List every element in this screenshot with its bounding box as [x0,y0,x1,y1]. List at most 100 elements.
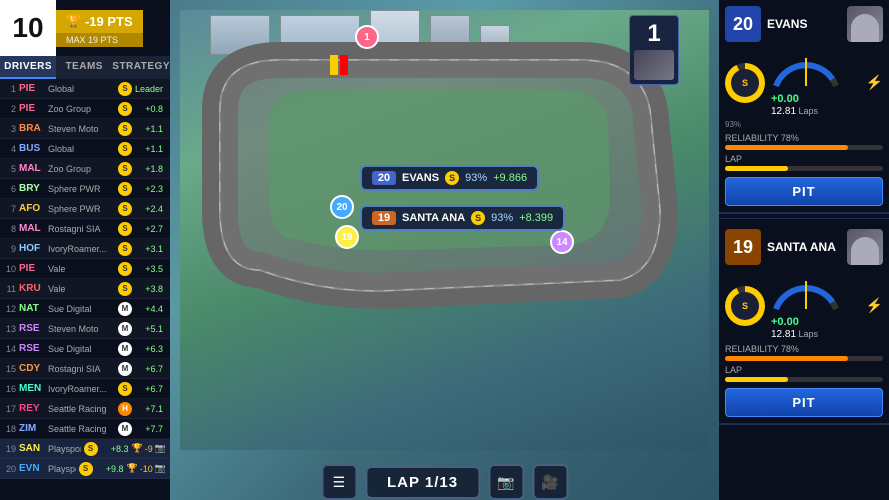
driver-code: AFO [19,203,45,214]
driver-code: HOF [19,243,45,254]
driver-pos: 17 [4,404,16,414]
santaana-lap-bar: LAP [725,365,883,382]
driver-row[interactable]: 5 MAL Zoo Group S +1.8 [0,159,170,179]
score-label: -19 PTS [85,14,133,29]
santaana-pit-button[interactable]: PIT [725,388,883,417]
driver-row[interactable]: 17 REY Seattle Racing H +7.1 [0,399,170,419]
pts-num: -10 [140,464,153,474]
card-divider [719,218,889,219]
santaana-speed: +0.00 [771,316,799,328]
driver-row[interactable]: 8 MAL Rostagni SIA S +2.7 [0,219,170,239]
driver-team: IvoryRoamer... [48,384,115,394]
lap-text: LAP 1/13 [387,474,458,491]
driver-gap: +6.7 [135,364,163,374]
driver-gap: +2.3 [135,184,163,194]
driver-row[interactable]: 16 MEN IvoryRoamer... S +6.7 [0,379,170,399]
santaana-card: 19 SANTA ANA S +0. [719,223,889,425]
driver-tire: S [79,462,93,476]
driver-tire: S [118,102,132,116]
driver-list: 1 PIE Global S Leader 2 PIE Zoo Group S … [0,79,170,500]
pos1-avatar [634,50,674,80]
driver-row[interactable]: 13 RSE Steven Moto M +5.1 [0,319,170,339]
lap-info: LAP 1/13 [365,466,480,499]
driver-row[interactable]: 1 PIE Global S Leader [0,79,170,99]
driver-pos: 9 [4,244,16,254]
driver-team: Zoo Group [48,164,115,174]
evans-speed-gauge: +0.00 12.81 Laps [771,48,860,117]
tab-bar: DRIVERS TEAMS STRATEGY [0,56,170,79]
video-button[interactable]: 🎥 [532,464,568,500]
driver-row[interactable]: 4 BUS Global S +1.1 [0,139,170,159]
santaana-name: SANTA ANA [402,212,465,224]
driver-pos: 10 [4,264,16,274]
driver-row[interactable]: 10 PIE Vale S +3.5 [0,259,170,279]
driver-row[interactable]: 15 CDY Rostagni SIA M +6.7 [0,359,170,379]
score-badge: 🏆 -19 PTS [56,10,143,33]
driver-row[interactable]: 12 NAT Sue Digital M +4.4 [0,299,170,319]
position-number: 10 [0,0,56,56]
driver-team: Seattle Racing [48,424,115,434]
driver-row[interactable]: 7 AFO Sphere PWR S +2.4 [0,199,170,219]
evans-speed: +0.00 [771,93,799,105]
track-marker-14: 14 [550,230,574,254]
santaana-pct: 93% [491,212,513,224]
driver-row[interactable]: 20 EVN Playsport Ra... S +9.8 🏆-10📷 [0,459,170,479]
santaana-num: 19 [372,211,396,225]
driver-pos: 7 [4,204,16,214]
driver-tire: S [118,162,132,176]
driver-team: Steven Moto [48,124,115,134]
driver-pos: 14 [4,344,16,354]
pos1-num: 1 [634,20,674,48]
santaana-energy-icon: ⚡ [866,297,883,314]
santaana-gap: +8.399 [519,212,553,224]
evans-avatar [847,6,883,42]
driver-team: Global [48,84,115,94]
driver-pos: 4 [4,144,16,154]
tab-teams[interactable]: TEAMS [56,56,112,79]
evans-lap-bar: LAP [725,154,883,171]
santaana-card-name: SANTA ANA [767,240,841,254]
evans-reliability: RELIABILITY 78% [725,133,883,150]
driver-tire: M [118,302,132,316]
driver-code: MEN [19,383,45,394]
driver-code: BRY [19,183,45,194]
tab-drivers[interactable]: DRIVERS [0,56,56,79]
driver-tire: S [84,442,98,456]
driver-pos: 8 [4,224,16,234]
driver-row[interactable]: 2 PIE Zoo Group S +0.8 [0,99,170,119]
track-marker-1: 1 [355,25,379,49]
evans-pit-button[interactable]: PIT [725,177,883,206]
driver-row[interactable]: 9 HOF IvoryRoamer... S +3.1 [0,239,170,259]
driver-tire: S [118,122,132,136]
driver-gap: +4.4 [135,304,163,314]
driver-gap: +3.1 [135,244,163,254]
driver-tire: M [118,362,132,376]
driver-gap: +3.5 [135,264,163,274]
driver-row[interactable]: 6 BRY Sphere PWR S +2.3 [0,179,170,199]
driver-gap: +1.1 [135,124,163,134]
photo-button[interactable]: 📷 [488,464,524,500]
driver-row[interactable]: 3 BRA Steven Moto S +1.1 [0,119,170,139]
driver-row[interactable]: 14 RSE Sue Digital M +6.3 [0,339,170,359]
driver-team: Vale [48,264,115,274]
menu-button[interactable]: ☰ [321,464,357,500]
position-badge: 10 🏆 -19 PTS MAX 19 PTS [0,0,143,56]
track-marker-19: 19 [335,225,359,249]
track-map: 1 20 19 14 20 EVANS S 93% +9.866 19 SANT… [170,0,719,500]
tab-strategy[interactable]: STRATEGY [112,56,170,79]
driver-code: EVN [19,463,45,474]
driver-row[interactable]: 18 ZIM Seattle Racing M +7.7 [0,419,170,439]
evans-callout: 20 EVANS S 93% +9.866 [360,165,539,191]
driver-gap: +1.1 [135,144,163,154]
driver-pos: 11 [4,284,16,294]
driver-row[interactable]: 19 SAN Playsport Ra... S +8.3 🏆-9📷 [0,439,170,459]
driver-gap: +0.8 [135,104,163,114]
driver-code: KRU [19,283,45,294]
left-panel: DRIVERS TEAMS STRATEGY 1 PIE Global S Le… [0,0,170,500]
driver-pos: 20 [4,464,16,474]
santaana-reliability: RELIABILITY 78% [725,344,883,361]
driver-tire: M [118,342,132,356]
pos1-callout: 1 [629,15,679,85]
driver-team: Playsport Ra... [48,444,81,454]
driver-row[interactable]: 11 KRU Vale S +3.8 [0,279,170,299]
